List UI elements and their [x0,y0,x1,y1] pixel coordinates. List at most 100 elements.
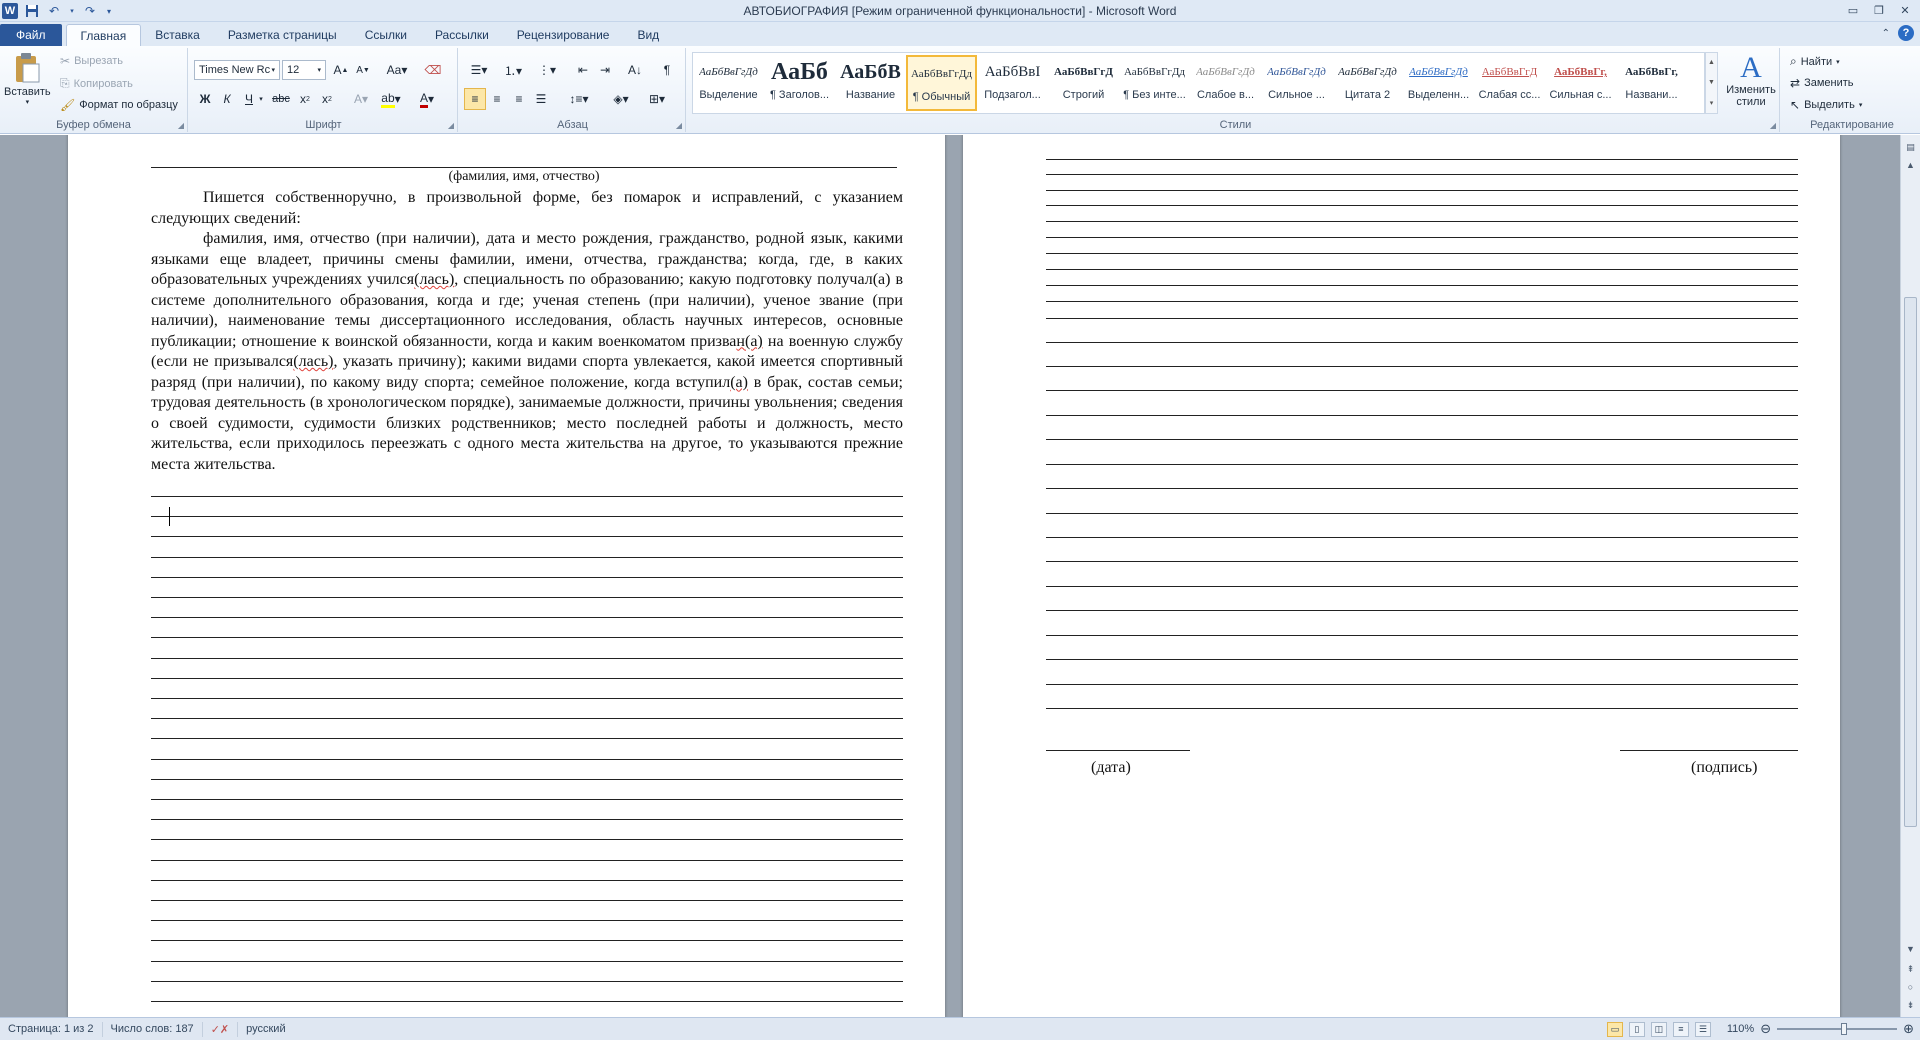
restore-icon[interactable]: ❐ [1866,0,1892,20]
zoom-level[interactable]: 110% [1727,1023,1754,1035]
style-item[interactable]: АаБбВ Название [835,55,906,111]
borders-button[interactable]: ⊞▾ [642,88,672,110]
style-item[interactable]: АаБбВвГгДд ¶ Обычный [906,55,977,111]
multilevel-list-button[interactable]: ⋮▾ [532,59,562,81]
close-icon[interactable]: ✕ [1892,0,1918,20]
highlight-button[interactable]: ab ▾ [380,88,402,110]
tab-references[interactable]: Ссылки [351,24,421,46]
more-styles-icon[interactable]: ▾ [1710,99,1714,107]
spelling-error-1[interactable]: (лась) [414,271,454,288]
shading-button[interactable]: ◈ ▾ [606,88,636,110]
font-color-button[interactable]: A ▾ [416,88,438,110]
align-center-button[interactable]: ≡ [486,88,508,110]
style-item[interactable]: АаБб ¶ Заголов... [764,55,835,111]
scroll-down-arrow[interactable]: ▼ [1901,941,1920,957]
proofing-status[interactable]: ✓✗ [203,1021,239,1037]
word-count-status[interactable]: Число слов: 187 [103,1021,203,1037]
next-page-icon[interactable]: ⇟ [1901,997,1920,1013]
tab-review[interactable]: Рецензирование [503,24,624,46]
align-right-button[interactable]: ≡ [508,88,530,110]
bold-button[interactable]: Ж [194,88,216,110]
zoom-out-icon[interactable]: ⊖ [1760,1021,1771,1037]
justify-button[interactable]: ☰ [530,88,552,110]
previous-page-icon[interactable]: ⇞ [1901,961,1920,977]
tab-home[interactable]: Главная [65,24,142,46]
numbering-button[interactable]: ⒈▾ [498,59,528,81]
find-button[interactable]: ⌕ Найти ▾ [1790,54,1840,69]
text-effects-button[interactable]: A▾ [350,88,372,110]
spelling-error-4[interactable]: (а) [730,374,748,391]
style-item[interactable]: АаБбВвГгД Строгий [1048,55,1119,111]
tab-page-layout[interactable]: Разметка страницы [214,24,351,46]
minimize-icon[interactable]: ▭ [1840,0,1866,20]
minimize-ribbon-icon[interactable]: ⌃ [1882,28,1890,39]
tab-insert[interactable]: Вставка [141,24,214,46]
style-item[interactable]: АаБбВвГгДд Слабое в... [1190,55,1261,111]
scroll-up-icon[interactable]: ▲ [1708,59,1715,66]
italic-button[interactable]: К [216,88,238,110]
scroll-up-arrow[interactable]: ▲ [1901,157,1920,173]
full-screen-reading-view-button[interactable]: ▯ [1628,1021,1645,1037]
tab-file[interactable]: Файл [0,24,62,46]
draft-view-button[interactable]: ☰ [1694,1021,1711,1037]
browse-object-icon[interactable]: ○ [1901,979,1920,995]
spelling-error-3[interactable]: (лась) [293,353,333,370]
decrease-indent-button[interactable]: ⇤ [572,59,594,81]
bullets-button[interactable]: ☰▾ [464,59,494,81]
cut-button[interactable]: ✂ Вырезать [60,54,123,68]
style-item[interactable]: АаБбВвГг, Названи... [1616,55,1687,111]
tab-view[interactable]: Вид [623,24,673,46]
page-count-status[interactable]: Страница: 1 из 2 [0,1021,103,1037]
page-2[interactable]: (дата) (подпись) [963,135,1840,1017]
change-styles-button[interactable]: A Изменить стили [1722,52,1780,109]
underline-dropdown-icon[interactable]: ▾ [256,88,266,110]
shrink-font-button[interactable]: A ▼ [352,59,374,81]
subscript-button[interactable]: x2 [294,88,316,110]
page-1[interactable]: (фамилия, имя, отчество) Пишется собстве… [68,135,945,1017]
help-icon[interactable]: ? [1898,25,1914,41]
zoom-in-icon[interactable]: ⊕ [1903,1021,1914,1037]
language-status[interactable]: русский [238,1022,293,1037]
sort-button[interactable]: A↓ [624,59,646,81]
style-item[interactable]: АаБбВвГгДд ¶ Без инте... [1119,55,1190,111]
line-spacing-button[interactable]: ↕≡▾ [564,88,594,110]
style-item[interactable]: АаБбВвГгД Слабая сс... [1474,55,1545,111]
style-item[interactable]: АаБбВвГгДд Цитата 2 [1332,55,1403,111]
styles-gallery-scroll[interactable]: ▲ ▼ ▾ [1705,52,1718,114]
spelling-error-2[interactable]: н(а) [736,333,762,350]
align-left-button[interactable]: ≡ [464,88,486,110]
zoom-slider[interactable] [1777,1023,1898,1035]
paragraph-launcher-icon[interactable]: ◢ [676,121,682,130]
style-item[interactable]: АаБбВвГгДд Сильное ... [1261,55,1332,111]
change-case-button[interactable]: Aa▾ [386,59,408,81]
style-item[interactable]: АаБбВвГг, Сильная с... [1545,55,1616,111]
show-marks-button[interactable]: ¶ [656,59,678,81]
style-item[interactable]: АаБбВвI Подзагол... [977,55,1048,111]
style-item[interactable]: АаБбВвГгДд Выделенн... [1403,55,1474,111]
style-item[interactable]: АаБбВвГгДд Выделение [693,55,764,111]
superscript-button[interactable]: x2 [316,88,338,110]
document-area[interactable]: (фамилия, имя, отчество) Пишется собстве… [0,135,1900,1017]
print-layout-view-button[interactable]: ▭ [1606,1021,1623,1037]
tab-mailings[interactable]: Рассылки [421,24,503,46]
font-size-combo[interactable]: 12 ▾ [282,60,326,80]
replace-button[interactable]: ⇄ Заменить [1790,76,1854,90]
clipboard-launcher-icon[interactable]: ◢ [178,121,184,130]
copy-button[interactable]: ⎘ Копировать [60,76,133,91]
styles-launcher-icon[interactable]: ◢ [1770,121,1776,130]
font-launcher-icon[interactable]: ◢ [448,121,454,130]
strikethrough-button[interactable]: abc [270,88,292,110]
zoom-slider-knob[interactable] [1841,1023,1848,1035]
select-button[interactable]: ↖ Выделить ▾ [1790,98,1862,112]
scrollbar-thumb[interactable] [1904,297,1917,827]
vertical-scrollbar[interactable]: ▤ ▲ ▼ ⇞ ○ ⇟ [1900,135,1920,1017]
format-painter-button[interactable]: 🖌 Формат по образцу [60,98,178,112]
ruler-toggle-icon[interactable]: ▤ [1901,139,1920,155]
web-layout-view-button[interactable]: ◫ [1650,1021,1667,1037]
grow-font-button[interactable]: A ▲ [330,59,352,81]
paste-button[interactable]: Вставить ▾ [4,52,51,106]
font-family-combo[interactable]: Times New Rc ▾ [194,60,280,80]
outline-view-button[interactable]: ≡ [1672,1021,1689,1037]
increase-indent-button[interactable]: ⇥ [594,59,616,81]
scroll-down-icon[interactable]: ▼ [1708,79,1715,86]
